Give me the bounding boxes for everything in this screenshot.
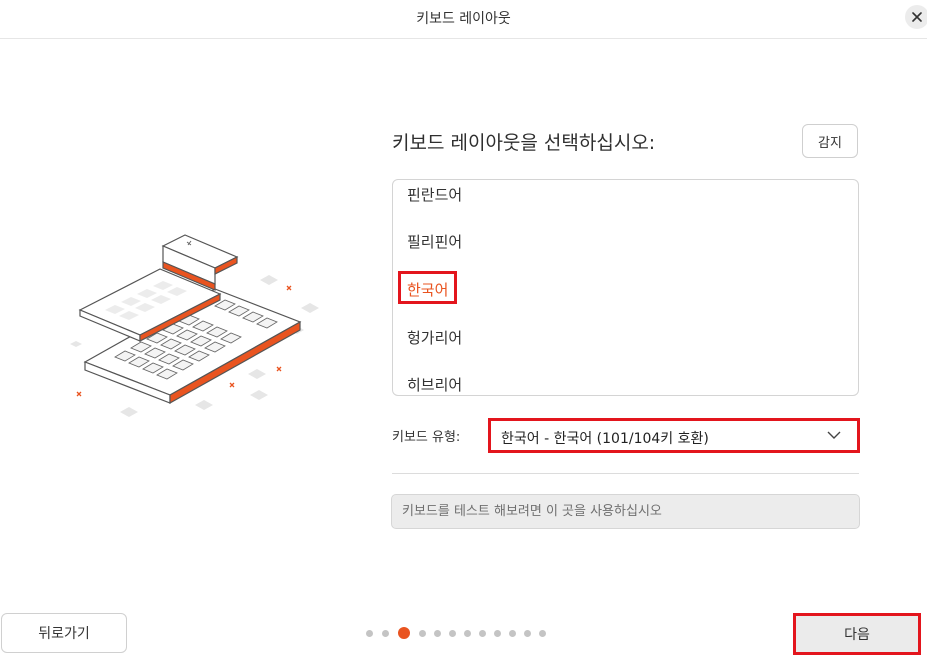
close-icon: [912, 12, 922, 22]
step-dot: [434, 630, 441, 637]
keyboard-type-value: 한국어 - 한국어 (101/104키 호환): [501, 431, 709, 447]
selection-highlight: [398, 271, 457, 304]
step-dot: [524, 630, 531, 637]
keyboard-test-input[interactable]: [391, 494, 860, 529]
close-button[interactable]: [905, 5, 927, 29]
keyboard-type-label: 키보드 유형:: [392, 430, 461, 445]
chevron-down-icon: [827, 431, 841, 439]
list-item[interactable]: 히브리어: [407, 374, 462, 395]
step-dot: [382, 630, 389, 637]
detect-button[interactable]: 감지: [802, 124, 858, 158]
step-dot: [366, 630, 373, 637]
language-list[interactable]: 핀란드어 필리핀어 한국어 헝가리어 히브리어: [392, 179, 859, 396]
next-button[interactable]: 다음: [793, 613, 921, 655]
keyboard-illustration: [70, 234, 319, 417]
keyboard-type-select[interactable]: 한국어 - 한국어 (101/104키 호환): [488, 418, 860, 453]
step-dot: [464, 630, 471, 637]
step-dot: [479, 630, 486, 637]
back-button[interactable]: 뒤로가기: [1, 613, 127, 653]
title-bar: 키보드 레이아웃: [0, 0, 927, 39]
step-dot: [509, 630, 516, 637]
step-dot-active: [398, 627, 410, 639]
divider: [392, 473, 859, 474]
list-item[interactable]: 핀란드어: [407, 184, 462, 205]
page-heading: 키보드 레이아웃을 선택하십시오:: [392, 132, 656, 154]
window-title: 키보드 레이아웃: [416, 11, 511, 27]
step-dot: [449, 630, 456, 637]
list-item[interactable]: 필리핀어: [407, 231, 462, 252]
step-dot: [494, 630, 501, 637]
step-dot: [539, 630, 546, 637]
list-item[interactable]: 헝가리어: [407, 327, 462, 348]
step-dot: [419, 630, 426, 637]
